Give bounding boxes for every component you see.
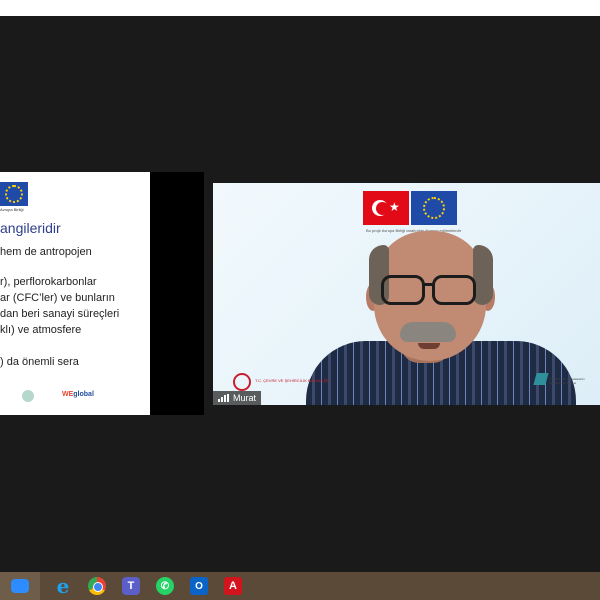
glasses-icon [381,275,425,305]
acrobat-icon: A [224,577,242,595]
eu-caption: Avrupa Birliği [0,207,24,212]
turkey-flag-icon: ★ [363,191,409,225]
project-logo-text: Ulusal Uyum Kapasitesinin Geliştirilmesi… [549,377,585,385]
partner-logo-icon [22,390,34,402]
slide-line: ar (CFC’ler) ve bunların [0,292,115,304]
shared-screen-tile[interactable]: Avrupa Birliği angileridir hem de antrop… [0,172,150,415]
windows-taskbar: e T ✆ O A [0,572,600,600]
slide-line: dan beri sanayi süreçleri [0,308,120,320]
top-window-strip [0,0,600,16]
zoom-icon [11,579,29,593]
ministry-logo-icon [233,373,251,391]
slide-line: r), perflorokarbonlar [0,276,97,288]
taskbar-ie-button[interactable]: e [52,574,74,598]
whatsapp-icon: ✆ [156,577,174,595]
shared-screen-margin [150,172,204,415]
weglobal-logo: WEglobal [62,391,94,398]
ministry-text: T.C. ÇEVRE VE ŞEHİRCİLİK BAKANLIĞI [255,378,330,383]
taskbar-whatsapp-button[interactable]: ✆ [154,575,176,597]
internet-explorer-icon: e [56,574,70,598]
participant-name-label: Murat [213,391,262,405]
taskbar-zoom-button[interactable] [0,572,40,600]
slide-title: angileridir [0,220,61,236]
slide-line: hem de antropojen [0,246,92,258]
participant-name: Murat [233,393,257,403]
teams-icon: T [122,577,140,595]
eu-flag-icon [411,191,457,225]
taskbar-acrobat-button[interactable]: A [222,575,244,597]
slide-line: klı) ve atmosfere [0,324,82,336]
slide-line: ) da önemli sera [0,356,79,368]
taskbar-teams-button[interactable]: T [120,575,142,597]
taskbar-chrome-button[interactable] [86,575,108,597]
slide-content: Avrupa Birliği angileridir hem de antrop… [0,172,150,415]
taskbar-outlook-button[interactable]: O [188,575,210,597]
eu-flag-icon [0,182,28,206]
outlook-icon: O [190,577,208,595]
signal-strength-icon [218,394,229,402]
participant-video-tile[interactable]: ★ Bu proje Avrupa Birliği tarafından fin… [213,183,600,405]
chrome-icon [88,577,106,595]
